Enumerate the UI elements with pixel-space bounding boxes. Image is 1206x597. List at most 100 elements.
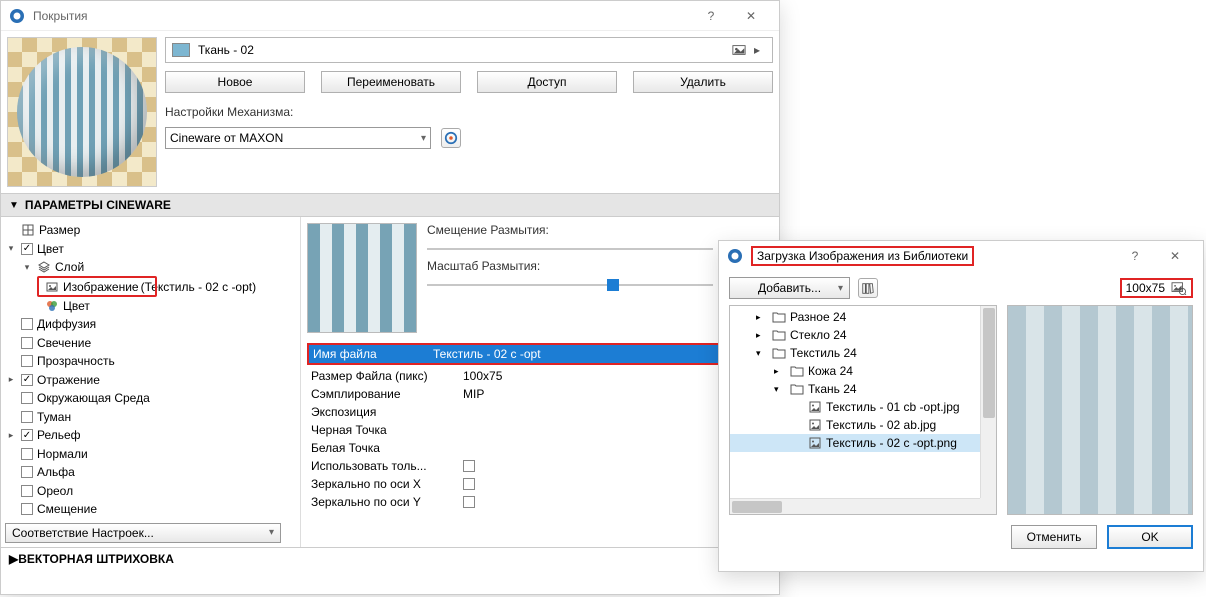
- help-button[interactable]: ?: [1115, 241, 1155, 271]
- image-file-icon: [808, 400, 822, 414]
- cancel-button[interactable]: Отменить: [1011, 525, 1097, 549]
- access-button[interactable]: Доступ: [477, 71, 617, 93]
- tree-layer[interactable]: ▾ Слой: [1, 258, 300, 277]
- pick-texture-icon[interactable]: [730, 42, 748, 58]
- tree-fog[interactable]: Туман: [1, 408, 300, 427]
- environment-checkbox[interactable]: [21, 392, 33, 404]
- add-button[interactable]: Добавить...: [729, 277, 850, 299]
- dimensions-highlight: 100x75: [1120, 278, 1193, 298]
- property-key: Сэмплирование: [307, 387, 463, 401]
- property-row: Размер Файла (пикс)100x75: [307, 367, 773, 385]
- chevron-right-icon[interactable]: ▸: [756, 312, 768, 323]
- tree-size[interactable]: Размер: [1, 221, 300, 240]
- lib-folder[interactable]: ▾Ткань 24: [730, 380, 996, 398]
- filename-row[interactable]: Имя файла Текстиль - 02 с -opt ...: [307, 343, 773, 365]
- section-vector-hatch[interactable]: ▶ ВЕКТОРНАЯ ШТРИХОВКА: [1, 547, 779, 570]
- lib-item-label: Стекло 24: [790, 328, 847, 342]
- close-button[interactable]: ✕: [1155, 241, 1195, 271]
- tree-alpha[interactable]: Альфа: [1, 463, 300, 482]
- lib-file[interactable]: Текстиль - 02 с -opt.png: [730, 434, 996, 452]
- delete-button[interactable]: Удалить: [633, 71, 773, 93]
- scrollbar-vertical[interactable]: [980, 306, 996, 498]
- reflection-checkbox[interactable]: ✓: [21, 374, 33, 386]
- lib-folder[interactable]: ▸ Разное 24: [730, 308, 996, 326]
- tree-displacement[interactable]: Смещение: [1, 500, 300, 519]
- chevron-right-icon[interactable]: ▸: [748, 42, 766, 58]
- diffusion-checkbox[interactable]: [21, 318, 33, 330]
- property-key: Зеркально по оси X: [307, 477, 463, 491]
- folder-icon: [772, 346, 786, 360]
- library-tree[interactable]: ▸ Разное 24 ▸ Стекло 24 ▾ Текстиль 24 ▸Кожа 24…: [729, 305, 997, 515]
- tree-relief[interactable]: ▸✓Рельеф: [1, 426, 300, 445]
- section-cineware-params[interactable]: ▼ ПАРАМЕТРЫ CINEWARE: [1, 193, 779, 217]
- preview-info-icon[interactable]: [1171, 281, 1187, 295]
- size-icon: [21, 223, 35, 237]
- library-preview: [1007, 305, 1193, 515]
- chevron-right-icon[interactable]: ▸: [756, 330, 768, 341]
- tree-environment[interactable]: Окружающая Среда: [1, 389, 300, 408]
- layer-icon: [37, 260, 51, 274]
- lib-folder[interactable]: ▸ Стекло 24: [730, 326, 996, 344]
- tree-diffusion[interactable]: Диффузия: [1, 315, 300, 334]
- lib-folder[interactable]: ▾ Текстиль 24: [730, 344, 996, 362]
- lib-item-label: Текстиль 24: [790, 346, 857, 360]
- material-preview: [7, 37, 157, 187]
- main-title: Покрытия: [33, 9, 691, 23]
- chevron-down-icon[interactable]: ▾: [774, 384, 786, 395]
- lib-title: Загрузка Изображения из Библиотеки: [757, 249, 968, 263]
- property-checkbox[interactable]: [463, 478, 475, 490]
- ok-button[interactable]: OK: [1107, 525, 1193, 549]
- relief-checkbox[interactable]: ✓: [21, 429, 33, 441]
- tree-color2[interactable]: Цвет: [1, 297, 300, 316]
- cineware-icon[interactable]: [441, 128, 461, 148]
- glow-checkbox[interactable]: [21, 337, 33, 349]
- close-button[interactable]: ✕: [731, 1, 771, 30]
- alpha-checkbox[interactable]: [21, 466, 33, 478]
- new-button[interactable]: Новое: [165, 71, 305, 93]
- tree-normals[interactable]: Нормали: [1, 445, 300, 464]
- fog-checkbox[interactable]: [21, 411, 33, 423]
- tree-glow[interactable]: Свечение: [1, 334, 300, 353]
- properties-list: Размер Файла (пикс)100x75СэмплированиеMI…: [307, 367, 773, 511]
- lib-item-label: Разное 24: [790, 310, 846, 324]
- slider-thumb-icon[interactable]: [607, 279, 619, 291]
- property-row: СэмплированиеMIP: [307, 385, 773, 403]
- property-key: Зеркально по оси Y: [307, 495, 463, 509]
- chevron-down-icon[interactable]: ▾: [756, 348, 768, 359]
- settings-match-button[interactable]: Соответствие Настроек...: [5, 523, 281, 544]
- chevron-down-icon: ▼: [9, 200, 19, 211]
- tree-halo[interactable]: Ореол: [1, 482, 300, 501]
- tree-reflection[interactable]: ▸✓Отражение: [1, 371, 300, 390]
- color-checkbox[interactable]: ✓: [21, 243, 33, 255]
- property-row: Зеркально по оси X: [307, 475, 773, 493]
- property-checkbox[interactable]: [463, 496, 475, 508]
- blur-offset-label: Смещение Размытия:: [427, 223, 773, 237]
- lib-titlebar: Загрузка Изображения из Библиотеки ? ✕: [719, 241, 1203, 271]
- tree-transparency[interactable]: Прозрачность: [1, 352, 300, 371]
- texture-thumbnail: [307, 223, 417, 333]
- transparency-checkbox[interactable]: [21, 355, 33, 367]
- scrollbar-corner: [980, 498, 996, 514]
- lib-file[interactable]: Текстиль - 02 ab.jpg: [730, 416, 996, 434]
- dimensions-text: 100x75: [1126, 281, 1165, 295]
- displacement-checkbox[interactable]: [21, 503, 33, 515]
- property-row: Черная Точка0: [307, 421, 773, 439]
- property-checkbox[interactable]: [463, 460, 475, 472]
- normals-checkbox[interactable]: [21, 448, 33, 460]
- engine-select[interactable]: Cineware от MAXON: [165, 127, 431, 149]
- engine-label: Настройки Механизма:: [165, 105, 773, 119]
- help-button[interactable]: ?: [691, 1, 731, 30]
- lib-item-label: Текстиль - 02 ab.jpg: [826, 418, 936, 432]
- lib-file[interactable]: Текстиль - 01 cb -opt.jpg: [730, 398, 996, 416]
- material-name-field[interactable]: Ткань - 02 ▸: [165, 37, 773, 63]
- library-icon[interactable]: [858, 278, 878, 298]
- chevron-right-icon[interactable]: ▸: [774, 366, 786, 377]
- lib-folder[interactable]: ▸Кожа 24: [730, 362, 996, 380]
- rename-button[interactable]: Переименовать: [321, 71, 461, 93]
- lib-title-highlight: Загрузка Изображения из Библиотеки: [751, 246, 974, 266]
- tree-color[interactable]: ▾ ✓ Цвет: [1, 240, 300, 259]
- section-cineware-label: ПАРАМЕТРЫ CINEWARE: [25, 198, 171, 212]
- halo-checkbox[interactable]: [21, 485, 33, 497]
- scrollbar-horizontal[interactable]: [730, 498, 980, 514]
- property-key: Экспозиция: [307, 405, 463, 419]
